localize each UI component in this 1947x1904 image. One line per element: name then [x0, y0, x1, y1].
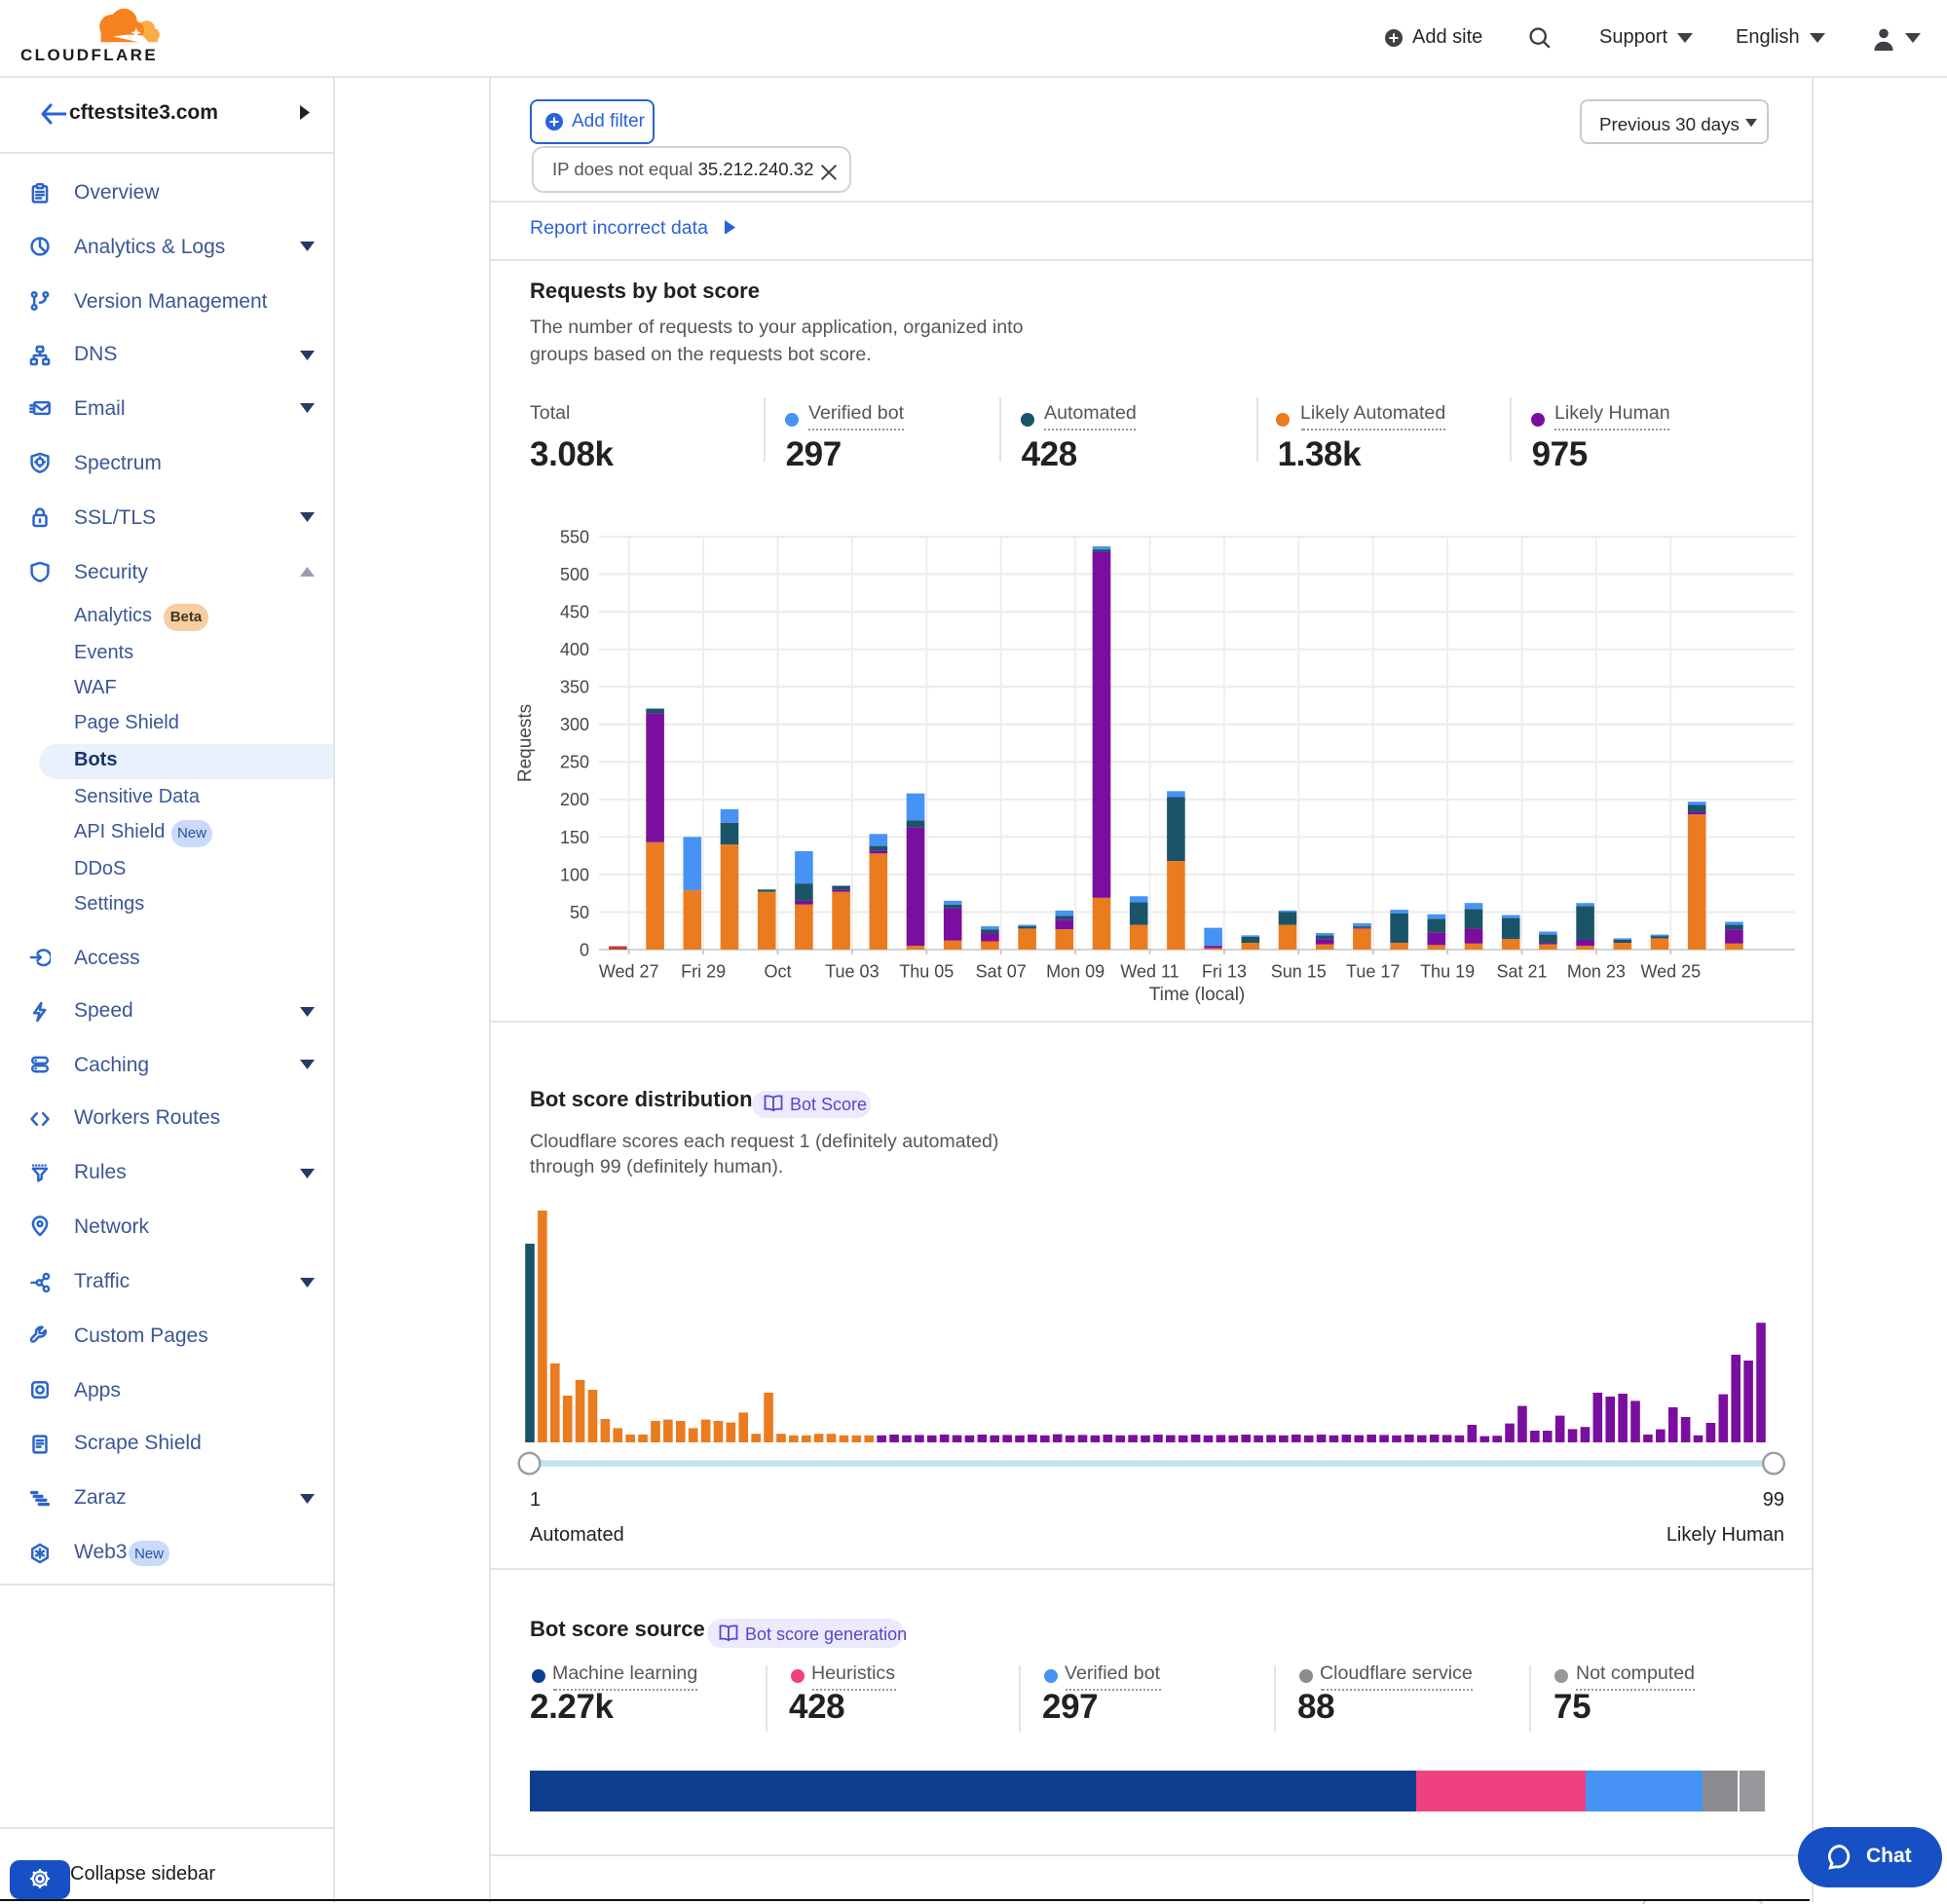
- svg-text:Mon 09: Mon 09: [1046, 962, 1105, 982]
- svg-text:200: 200: [560, 790, 589, 809]
- svg-text:Sun 15: Sun 15: [1271, 962, 1327, 982]
- svg-text:Wed 25: Wed 25: [1640, 962, 1701, 982]
- svg-text:300: 300: [560, 715, 589, 734]
- svg-text:Thu 19: Thu 19: [1420, 962, 1475, 982]
- svg-text:Fri 29: Fri 29: [681, 962, 726, 982]
- svg-text:0: 0: [580, 940, 589, 959]
- svg-text:Thu 05: Thu 05: [899, 962, 954, 982]
- svg-text:500: 500: [560, 565, 589, 584]
- svg-text:150: 150: [560, 828, 589, 847]
- svg-text:Tue 03: Tue 03: [825, 962, 879, 982]
- svg-text:Tue 17: Tue 17: [1346, 962, 1400, 982]
- svg-text:250: 250: [560, 753, 589, 772]
- svg-text:400: 400: [560, 640, 589, 659]
- svg-text:Requests: Requests: [515, 704, 536, 782]
- svg-text:350: 350: [560, 678, 589, 697]
- svg-text:50: 50: [570, 903, 589, 922]
- svg-text:Wed 11: Wed 11: [1120, 962, 1179, 982]
- svg-text:100: 100: [560, 865, 589, 884]
- svg-text:Sat 07: Sat 07: [976, 962, 1027, 982]
- svg-text:Mon 23: Mon 23: [1567, 962, 1626, 982]
- svg-text:Sat 21: Sat 21: [1496, 962, 1547, 982]
- svg-text:Oct: Oct: [764, 962, 791, 982]
- svg-text:Time (local): Time (local): [1149, 985, 1246, 1005]
- svg-text:450: 450: [560, 603, 589, 622]
- svg-text:Wed 27: Wed 27: [599, 962, 659, 982]
- svg-text:550: 550: [560, 527, 589, 546]
- svg-text:Fri 13: Fri 13: [1202, 962, 1247, 982]
